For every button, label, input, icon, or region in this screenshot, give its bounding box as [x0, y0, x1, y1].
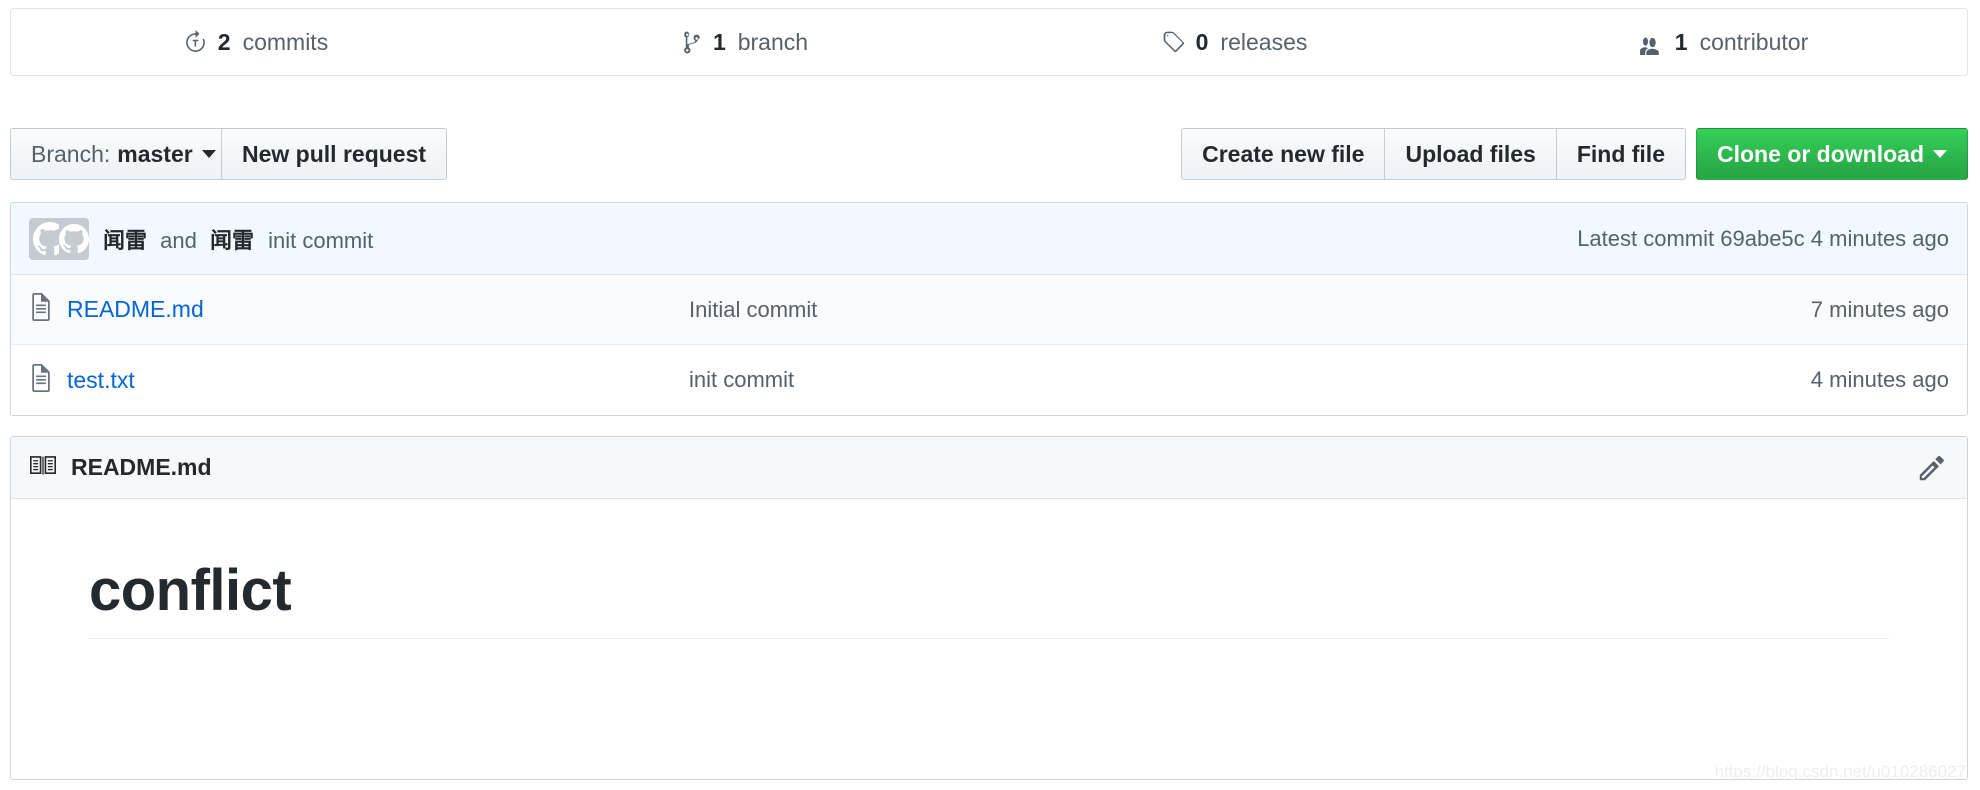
commit-author-conjunction: and	[160, 227, 197, 253]
clone-or-download-button[interactable]: Clone or download	[1696, 128, 1968, 180]
branch-prefix-label: Branch:	[31, 140, 111, 167]
file-icon	[29, 363, 53, 397]
find-file-button[interactable]: Find file	[1555, 128, 1686, 180]
create-new-file-button[interactable]: Create new file	[1181, 128, 1386, 180]
chevron-down-icon	[201, 150, 216, 158]
upload-files-button[interactable]: Upload files	[1384, 128, 1557, 180]
new-pull-request-button[interactable]: New pull request	[221, 128, 448, 180]
file-commit-message[interactable]: Initial commit	[689, 297, 1811, 323]
stat-contributors[interactable]: 1 contributor	[1478, 30, 1967, 55]
repo-toolbar: Branch: master New pull request Create n…	[10, 128, 1968, 184]
stat-releases[interactable]: 0 releases	[989, 30, 1478, 55]
commit-sha[interactable]: 69abe5c	[1720, 226, 1804, 251]
stat-branches[interactable]: 1 branch	[500, 30, 989, 55]
watermark: https://blog.csdn.net/u010286027	[1714, 762, 1966, 781]
file-name-cell: README.md	[29, 293, 689, 326]
stat-commits-count: 2	[217, 28, 231, 55]
file-commit-message[interactable]: init commit	[689, 367, 1811, 393]
table-row[interactable]: test.txt init commit 4 minutes ago	[11, 345, 1967, 415]
commit-coauthor-name[interactable]: 闻雷	[210, 228, 254, 253]
avatar[interactable]	[59, 217, 89, 260]
stat-releases-count: 0	[1195, 28, 1209, 55]
commit-message[interactable]: init commit	[268, 228, 373, 253]
readme-panel: README.md conflict	[10, 436, 1968, 780]
table-row[interactable]: README.md Initial commit 7 minutes ago	[11, 275, 1967, 345]
repo-page: 2 commits 1 branch 0 releases 1 contribu…	[0, 0, 1980, 790]
branch-current-name: master	[117, 140, 193, 167]
stat-commits[interactable]: 2 commits	[11, 28, 500, 55]
avatar-group	[29, 217, 89, 260]
file-name-cell: test.txt	[29, 363, 689, 397]
commit-author-name[interactable]: 闻雷	[103, 228, 147, 253]
latest-commit-prefix: Latest commit	[1577, 225, 1715, 251]
file-actions-button-group: Create new file Upload files Find file	[1181, 128, 1686, 180]
stat-contributors-count: 1	[1674, 28, 1688, 55]
commit-authors: 闻雷 and 闻雷 init commit	[103, 223, 373, 255]
latest-commit-bar: 闻雷 and 闻雷 init commit Latest commit 69ab…	[11, 203, 1967, 275]
file-link[interactable]: README.md	[67, 296, 204, 323]
clone-or-download-label: Clone or download	[1717, 140, 1924, 167]
stat-commits-label: commits	[242, 28, 329, 55]
readme-heading: conflict	[89, 557, 1889, 639]
stat-releases-label: releases	[1220, 28, 1308, 55]
file-commit-age: 7 minutes ago	[1810, 296, 1949, 322]
file-commit-age: 4 minutes ago	[1810, 367, 1949, 392]
repo-actions-group: Create new file Upload files Find file C…	[1181, 128, 1968, 180]
readme-content: conflict	[11, 499, 1967, 639]
stat-branches-label: branch	[737, 28, 809, 55]
readme-header: README.md	[11, 437, 1967, 499]
book-icon	[29, 452, 57, 483]
file-icon	[29, 293, 53, 326]
latest-commit-info: Latest commit 69abe5c 4 minutes ago	[1577, 226, 1949, 252]
commit-age: 4 minutes ago	[1810, 225, 1949, 251]
repo-stats-bar: 2 commits 1 branch 0 releases 1 contribu…	[10, 8, 1968, 76]
file-listing: 闻雷 and 闻雷 init commit Latest commit 69ab…	[10, 202, 1968, 416]
branch-selector-button[interactable]: Branch: master	[10, 128, 237, 180]
tag-icon	[1160, 30, 1186, 55]
stat-contributors-label: contributor	[1699, 28, 1809, 55]
people-icon	[1637, 30, 1665, 55]
readme-title: README.md	[71, 454, 212, 480]
file-link[interactable]: test.txt	[67, 367, 135, 394]
chevron-down-icon	[1933, 150, 1947, 158]
pencil-icon[interactable]	[1915, 451, 1949, 485]
history-icon	[183, 29, 208, 55]
stat-branches-count: 1	[712, 28, 726, 55]
git-branch-icon	[681, 30, 703, 55]
